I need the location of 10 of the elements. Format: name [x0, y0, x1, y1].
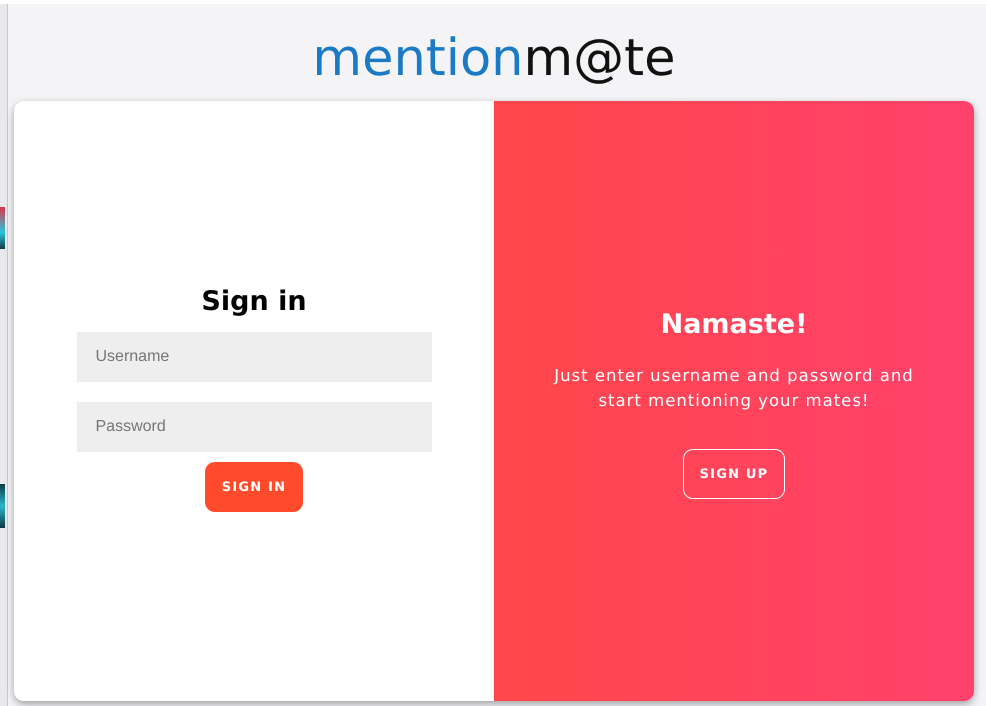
app-logo: mentionm@te [312, 33, 676, 84]
photo-placeholder [0, 484, 5, 528]
username-field[interactable]: Username [76, 332, 432, 382]
welcome-message: Just enter username and password and start mentioning your mates! [552, 365, 915, 412]
welcome-heading: Namaste! [660, 308, 808, 342]
sign-in-heading: Sign in [201, 285, 307, 319]
sign-in-button[interactable]: SIGN IN [205, 462, 303, 512]
photo-placeholder [0, 207, 5, 249]
password-field[interactable]: Password [76, 402, 432, 452]
sign-up-button[interactable]: SIGN UP [683, 449, 785, 499]
